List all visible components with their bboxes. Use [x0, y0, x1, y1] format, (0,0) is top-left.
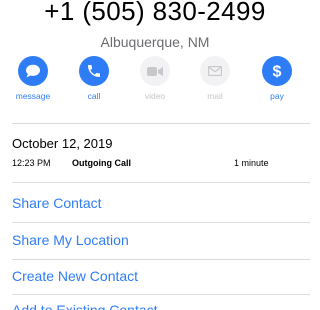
video-icon: [140, 56, 170, 86]
call-time: 12:23 PM: [12, 158, 51, 168]
contact-location: Albuquerque, NM: [100, 34, 210, 50]
divider: [12, 222, 310, 223]
message-button[interactable]: message: [8, 56, 58, 101]
contact-detail-screen: +1 (505) 830-2499 Albuquerque, NM messag…: [0, 0, 310, 310]
action-bar: message call video mail $ pay: [0, 56, 310, 106]
video-label: video: [144, 91, 166, 101]
pay-label: pay: [270, 91, 284, 101]
call-label: call: [87, 91, 101, 101]
phone-number: +1 (505) 830-2499: [44, 0, 266, 26]
phone-icon: [79, 56, 109, 86]
dollar-icon: $: [262, 56, 292, 86]
divider: [12, 294, 310, 295]
call-log-row: 12:23 PM Outgoing Call 1 minute: [12, 158, 310, 170]
create-contact-link[interactable]: Create New Contact: [12, 268, 138, 284]
divider: [12, 259, 310, 260]
call-date: October 12, 2019: [12, 136, 113, 151]
mail-icon: [200, 56, 230, 86]
call-button[interactable]: call: [69, 56, 119, 101]
svg-text:$: $: [273, 64, 282, 81]
call-type: Outgoing Call: [72, 158, 131, 168]
pay-button[interactable]: $ pay: [252, 56, 302, 101]
message-label: message: [15, 91, 51, 101]
share-location-link[interactable]: Share My Location: [12, 232, 129, 248]
mail-label: mail: [207, 91, 223, 101]
share-contact-link[interactable]: Share Contact: [12, 195, 102, 211]
divider: [12, 123, 310, 124]
add-existing-contact-link[interactable]: Add to Existing Contact: [12, 302, 158, 310]
video-button[interactable]: video: [130, 56, 180, 101]
divider: [12, 182, 310, 183]
call-duration: 1 minute: [234, 158, 269, 168]
mail-button[interactable]: mail: [190, 56, 240, 101]
message-icon: [18, 56, 48, 86]
